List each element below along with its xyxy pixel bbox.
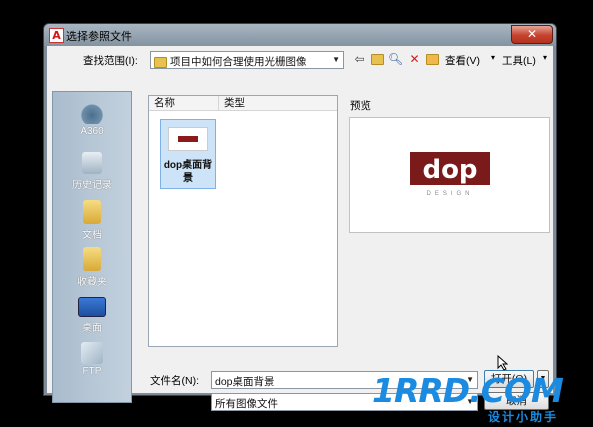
lookin-combo[interactable]: 项目中如何合理使用光栅图像 ▼	[150, 51, 344, 69]
lookin-value: 项目中如何合理使用光栅图像	[170, 56, 307, 68]
place-ftp[interactable]: FTP	[53, 342, 131, 377]
filename-label: 文件名(N):	[150, 375, 199, 387]
documents-icon	[83, 200, 101, 224]
image-thumbnail	[168, 127, 208, 151]
title-bar[interactable]: A 选择参照文件 ✕	[44, 24, 556, 46]
filetype-value: 所有图像文件	[215, 398, 278, 410]
ftp-icon	[81, 342, 103, 364]
place-favorites[interactable]: 收藏夹	[53, 247, 131, 288]
watermark-logo: 1RRD.COM 设计小助手	[372, 371, 586, 425]
window-title: 选择参照文件	[66, 31, 132, 43]
search-web-icon[interactable]: 🔍︎	[388, 52, 403, 67]
history-icon	[82, 152, 102, 174]
places-bar: A360 历史记录 文档 收藏夹 桌面 FTP	[52, 91, 132, 403]
column-type-header[interactable]: 类型	[219, 96, 337, 111]
watermark-text: 1RRD.COM	[372, 371, 564, 410]
dialog-body: 查找范围(I): 项目中如何合理使用光栅图像 ▼ ⇦ 🔍︎ ✕ 查看(V) ▾ …	[47, 46, 553, 411]
preview-label: 预览	[350, 100, 371, 112]
place-history[interactable]: 历史记录	[53, 152, 131, 191]
back-arrow-icon[interactable]: ⇦	[352, 52, 367, 67]
close-button[interactable]: ✕	[511, 25, 553, 44]
favorites-icon	[83, 247, 101, 271]
place-a360[interactable]: A360	[53, 102, 131, 137]
views-dropdown-icon[interactable]: ▾	[491, 53, 495, 62]
watermark-subtitle: 设计小助手	[488, 410, 559, 424]
autocad-app-icon: A	[49, 28, 64, 43]
filename-value: dop桌面背景	[215, 376, 275, 388]
dialog-window: A 选择参照文件 ✕ 查找范围(I): 项目中如何合理使用光栅图像 ▼ ⇦ 🔍︎…	[43, 23, 557, 411]
cloud-icon	[79, 102, 105, 124]
chevron-down-icon[interactable]: ▼	[332, 55, 340, 64]
folder-icon	[154, 56, 167, 68]
desktop-icon	[78, 297, 106, 317]
lookin-label: 查找范围(I):	[83, 55, 138, 67]
dop-logo: dop DESIGN	[410, 152, 490, 197]
delete-icon[interactable]: ✕	[407, 52, 422, 67]
place-documents[interactable]: 文档	[53, 200, 131, 241]
tools-menu[interactable]: 工具(L)	[502, 53, 536, 68]
file-item[interactable]: dop桌面背景	[160, 119, 216, 189]
place-desktop[interactable]: 桌面	[53, 297, 131, 334]
svg-text:dop: dop	[422, 155, 477, 185]
up-folder-icon[interactable]	[370, 52, 385, 67]
new-folder-icon[interactable]	[425, 52, 440, 67]
filetype-label: 文件类型(T):	[150, 397, 209, 409]
column-name-header[interactable]: 名称	[149, 96, 219, 111]
mouse-cursor-icon	[497, 355, 509, 371]
views-menu[interactable]: 查看(V)	[445, 53, 480, 68]
svg-text:DESIGN: DESIGN	[426, 191, 473, 197]
file-list[interactable]: 名称 类型 dop桌面背景	[148, 95, 338, 347]
tools-dropdown-icon[interactable]: ▾	[543, 53, 547, 62]
file-item-name: dop桌面背景	[163, 160, 213, 184]
preview-pane: dop DESIGN	[349, 117, 550, 233]
